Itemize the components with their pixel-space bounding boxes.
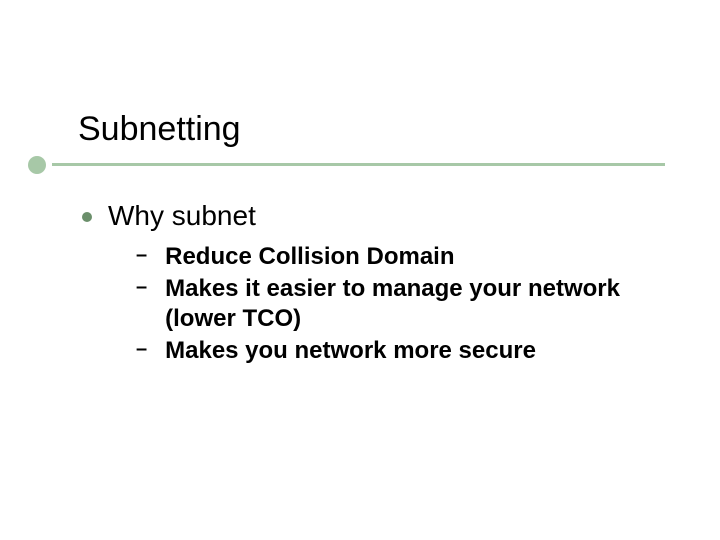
bullet-level1-text: Why subnet bbox=[108, 200, 256, 232]
sub-bullet-list: – Reduce Collision Domain – Makes it eas… bbox=[136, 242, 665, 366]
sub-bullet-text: Reduce Collision Domain bbox=[165, 242, 454, 272]
dash-icon: – bbox=[136, 338, 147, 361]
bullet-dot-icon bbox=[82, 212, 92, 222]
accent-line bbox=[52, 163, 665, 166]
accent-dot-icon bbox=[28, 156, 46, 174]
sub-bullet: – Makes it easier to manage your network… bbox=[136, 274, 665, 334]
sub-bullet: – Makes you network more secure bbox=[136, 336, 665, 366]
title-underline bbox=[28, 156, 665, 176]
dash-icon: – bbox=[136, 276, 147, 299]
content-area: Why subnet – Reduce Collision Domain – M… bbox=[82, 200, 665, 368]
title-area: Subnetting bbox=[78, 110, 680, 155]
slide: Subnetting Why subnet – Reduce Collision… bbox=[0, 0, 720, 540]
sub-bullet: – Reduce Collision Domain bbox=[136, 242, 665, 272]
dash-icon: – bbox=[136, 244, 147, 267]
sub-bullet-text: Makes you network more secure bbox=[165, 336, 536, 366]
sub-bullet-text: Makes it easier to manage your network (… bbox=[165, 274, 665, 334]
bullet-level1: Why subnet bbox=[82, 200, 665, 232]
slide-title: Subnetting bbox=[78, 110, 680, 149]
